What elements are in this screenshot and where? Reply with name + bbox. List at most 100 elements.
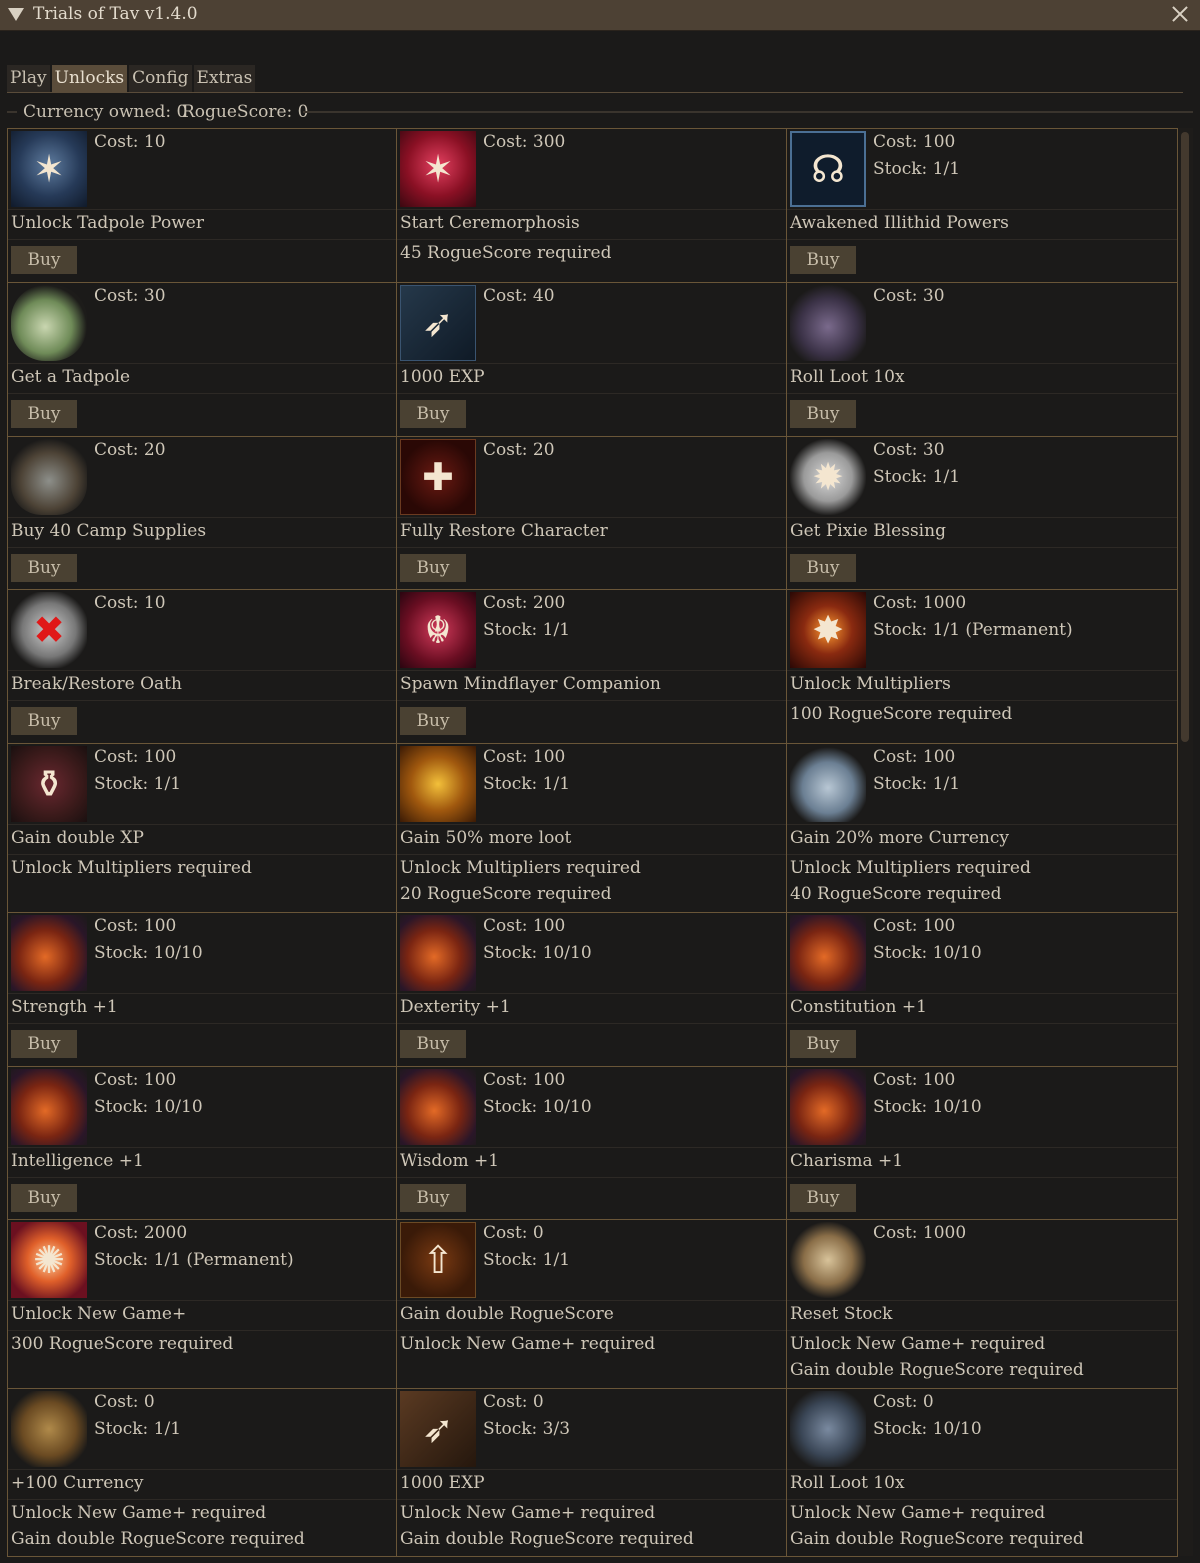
buy-button[interactable]: Buy [11,554,77,582]
cost-label: Cost: 30 [873,286,945,306]
cost-label: Cost: 100 [483,916,566,936]
unlock-card: ☊ Cost: 100 Stock: 1/1 Awakened Illithid Po… [787,129,1178,283]
buy-button[interactable]: Buy [11,246,77,274]
tab-config[interactable]: Config [129,65,192,92]
divider [397,363,786,364]
stock-label: Stock: 1/1 [483,1250,571,1270]
requirement-label: Unlock Multipliers required [790,858,1031,878]
collapse-triangle-icon[interactable] [8,8,24,21]
buy-button[interactable]: Buy [400,1030,466,1058]
unlock-name: Gain 50% more loot [400,828,572,848]
unlock-card: Cost: 100 Stock: 10/10 Strength +1 Buy [8,913,397,1067]
divider [397,547,786,548]
scrollbar-thumb[interactable] [1181,132,1189,742]
tab-unlocks[interactable]: Unlocks [51,65,128,92]
unlock-name: Awakened Illithid Powers [790,213,1009,233]
unlock-name: Unlock New Game+ [11,1304,187,1324]
divider [8,239,396,240]
unlock-name: Break/Restore Oath [11,674,182,694]
unlock-name: Charisma +1 [790,1151,904,1171]
buy-button[interactable]: Buy [790,246,856,274]
cost-label: Cost: 100 [873,916,956,936]
divider [8,1330,396,1331]
requirement-label: Gain double RogueScore required [400,1529,694,1549]
cost-label: Cost: 0 [483,1392,544,1412]
mindflayer-icon: ☬ [400,592,476,668]
unlock-name: Intelligence +1 [11,1151,144,1171]
stock-label: Stock: 10/10 [873,1419,982,1439]
ceremorphosis-icon: ✶ [400,131,476,207]
buy-button[interactable]: Buy [400,1184,466,1212]
status-bar: Currency owned: 0 RogueScore: 0 [7,100,1193,124]
divider [787,700,1177,701]
buy-button[interactable]: Buy [790,1030,856,1058]
buy-button[interactable]: Buy [790,400,856,428]
unlock-card: Cost: 0 Stock: 1/1 +100 Currency Unlock New… [8,1389,397,1557]
unlock-card: Cost: 30 Roll Loot 10x Buy [787,283,1178,437]
divider [787,1147,1177,1148]
cost-label: Cost: 100 [94,1070,177,1090]
unlock-card: Cost: 100 Stock: 10/10 Wisdom +1 Buy [397,1067,787,1220]
tab-play[interactable]: Play [7,65,50,92]
requirement-label: Unlock Multipliers required [400,858,641,878]
requirement-label: 45 RogueScore required [400,243,612,263]
divider [397,517,786,518]
buy-button[interactable]: Buy [400,707,466,735]
unlock-name: 1000 EXP [400,1473,485,1493]
divider [787,363,1177,364]
buy-button[interactable]: Buy [11,1184,77,1212]
unlock-name: Unlock Multipliers [790,674,951,694]
stock-label: Stock: 1/1 [483,620,571,640]
up-arrow-icon: ⇧ [400,1222,476,1298]
requirement-label: Gain double RogueScore required [11,1529,305,1549]
buy-button[interactable]: Buy [790,1184,856,1212]
title-bar[interactable]: Trials of Tav v1.4.0 [0,0,1200,31]
cost-label: Cost: 20 [94,440,166,460]
buy-button[interactable]: Buy [790,554,856,582]
unlock-name: Roll Loot 10x [790,367,905,387]
unlock-name: Gain 20% more Currency [790,828,1009,848]
unlock-card: ⇧ Cost: 0 Stock: 1/1 Gain double RogueScore… [397,1220,787,1389]
tab-extras[interactable]: Extras [193,65,256,92]
unlock-name: Roll Loot 10x [790,1473,905,1493]
buy-button[interactable]: Buy [11,1030,77,1058]
buy-button[interactable]: Buy [400,400,466,428]
unlocks-grid: ✶ Cost: 10 Unlock Tadpole Power Buy ✶ Cost: 3… [7,128,1178,1557]
buy-button[interactable]: Buy [400,554,466,582]
tab-bar: Play Unlocks Config Extras [7,65,256,92]
requirement-label: Unlock Multipliers required [11,858,252,878]
exp-boot-icon: ➶ [400,285,476,361]
unlock-card: Cost: 30 Get a Tadpole Buy [8,283,397,437]
unlock-name: Dexterity +1 [400,997,511,1017]
divider [8,393,396,394]
divider [8,1023,396,1024]
constitution-icon [790,915,866,991]
tadpole-power-icon: ✶ [11,131,87,207]
stock-label: Stock: 10/10 [483,943,592,963]
divider [397,1177,786,1178]
divider [397,1499,786,1500]
unlock-card: ✹ Cost: 30 Stock: 1/1 Get Pixie Blessing Buy [787,437,1178,590]
exp-boot-icon: ➶ [400,1391,476,1467]
divider [397,393,786,394]
unlock-card: Cost: 0 Stock: 10/10 Roll Loot 10x Unlock N… [787,1389,1178,1557]
divider [397,700,786,701]
cost-label: Cost: 40 [483,286,555,306]
divider [8,700,396,701]
buy-button[interactable]: Buy [11,400,77,428]
unlock-card: Cost: 100 Stock: 10/10 Charisma +1 Buy [787,1067,1178,1220]
coins-icon [790,746,866,822]
cost-label: Cost: 100 [873,747,956,767]
treasure-chest-icon [11,1391,87,1467]
broken-oath-icon: ✖ [11,592,87,668]
divider [8,363,396,364]
xp-vase-icon: ⚱ [11,746,87,822]
cost-label: Cost: 0 [94,1392,155,1412]
divider [397,1147,786,1148]
tadpole-jar-icon [11,285,87,361]
close-icon[interactable] [1170,4,1190,24]
divider [787,670,1177,671]
unlock-name: Wisdom +1 [400,1151,500,1171]
buy-button[interactable]: Buy [11,707,77,735]
divider [787,824,1177,825]
